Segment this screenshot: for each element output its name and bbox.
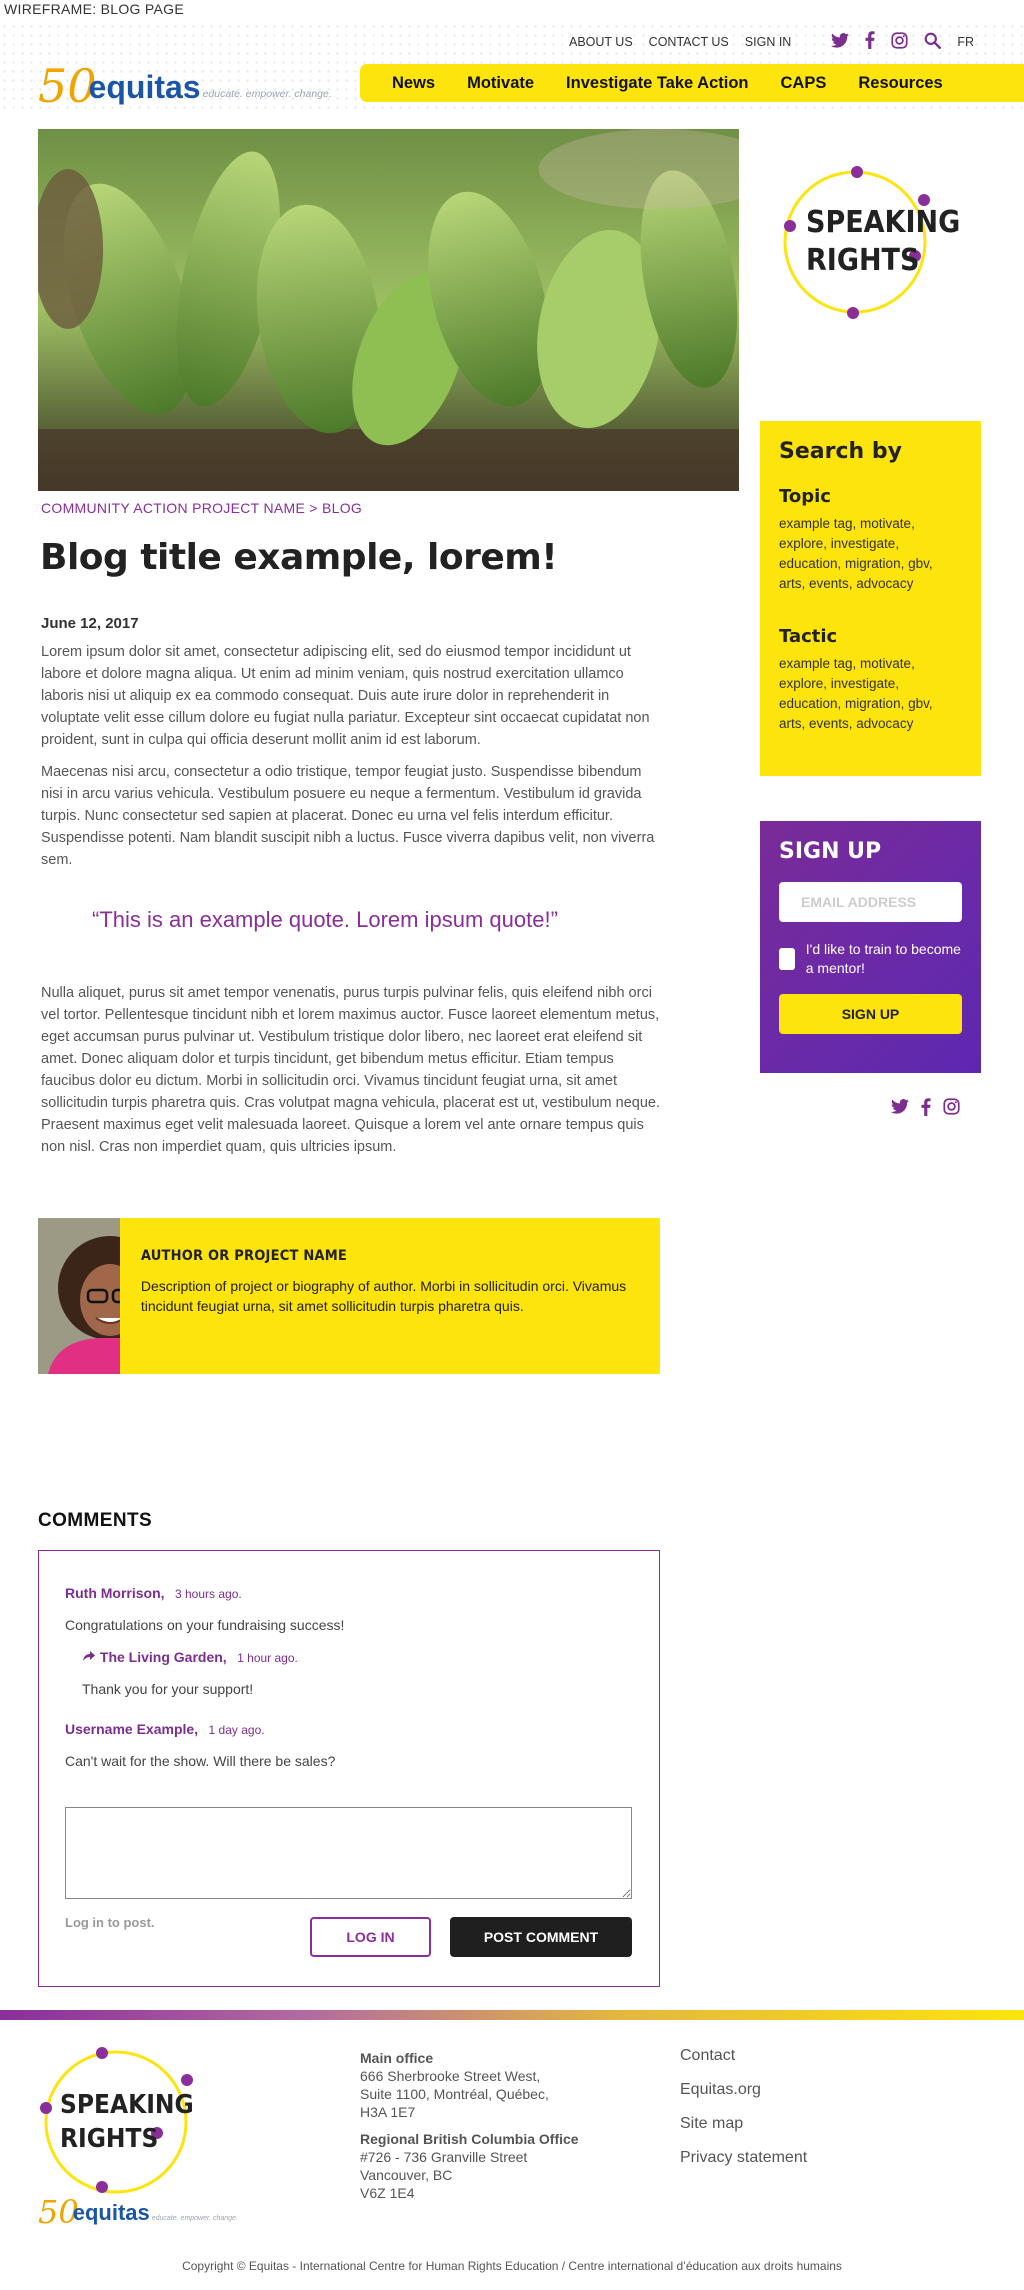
- nav-caps[interactable]: CAPS: [765, 74, 843, 93]
- comment-author[interactable]: The Living Garden,: [100, 1649, 227, 1665]
- main-office-line3: H3A 1E7: [360, 2104, 416, 2120]
- bc-office-line1: #726 - 736 Granville Street: [360, 2149, 528, 2165]
- main-office-label: Main office: [360, 2050, 434, 2066]
- bc-office-line3: V6Z 1E4: [360, 2185, 415, 2201]
- facebook-icon[interactable]: [921, 1098, 931, 1121]
- nav-motivate[interactable]: Motivate: [451, 74, 550, 93]
- signup-panel: SIGN UP I'd like to train to become a me…: [760, 821, 981, 1073]
- post-quote: “This is an example quote. Lorem ipsum q…: [92, 907, 558, 932]
- footer-speaking-rights-line1: SPEAKING: [60, 2090, 194, 2120]
- post-paragraph-3: Nulla aliquet, purus sit amet tempor ven…: [41, 985, 660, 1155]
- footer-logo-name: equitas: [72, 2200, 150, 2225]
- footer-speaking-rights-line2: RIGHTS: [60, 2124, 159, 2154]
- topic-tags[interactable]: example tag, motivate, explore, investig…: [779, 514, 962, 594]
- post-paragraph-1: Lorem ipsum dolor sit amet, consectetur …: [41, 644, 650, 748]
- footer-gradient-bar: [0, 2010, 1024, 2020]
- copyright: Copyright © Equitas - International Cent…: [182, 2259, 842, 2273]
- logo-name: equitas: [88, 69, 201, 105]
- breadcrumb-separator: >: [309, 500, 318, 516]
- instagram-icon[interactable]: [891, 31, 908, 52]
- post-paragraph-2: Maecenas nisi arcu, consectetur a odio t…: [41, 764, 655, 868]
- main-nav: News Motivate Investigate Take Action CA…: [360, 64, 1024, 102]
- comment-time: 3 hours ago.: [175, 1587, 242, 1601]
- footer-logo-tagline: educate. empower. change.: [151, 2215, 238, 2222]
- speaking-rights-logo: SPEAKING RIGHTS: [778, 156, 968, 326]
- breadcrumb-section[interactable]: BLOG: [322, 500, 362, 516]
- breadcrumb: COMMUNITY ACTION PROJECT NAME > BLOG: [41, 500, 362, 516]
- breadcrumb-project[interactable]: COMMUNITY ACTION PROJECT NAME: [41, 500, 305, 516]
- main-office-line1: 666 Sherbrooke Street West,: [360, 2068, 541, 2084]
- signup-heading: SIGN UP: [779, 839, 882, 864]
- footer-addresses: Main office 666 Sherbrooke Street West, …: [360, 2049, 620, 2202]
- equitas-logo[interactable]: 50 equitas educate. empower. change.: [38, 63, 332, 109]
- hero-image: [38, 129, 739, 491]
- twitter-icon[interactable]: [891, 1098, 909, 1121]
- comment-text: Can't wait for the show. Will there be s…: [65, 1753, 336, 1769]
- footer-link-equitas[interactable]: Equitas.org: [680, 2081, 807, 2099]
- nav-investigate-take-action[interactable]: Investigate Take Action: [550, 74, 764, 93]
- bc-office-label: Regional British Columbia Office: [360, 2131, 579, 2147]
- speaking-rights-line1: SPEAKING: [806, 205, 961, 240]
- comment-item: Username Example, 1 day ago. Can't wait …: [65, 1721, 335, 1769]
- main-office-line2: Suite 1100, Montréal, Québec,: [360, 2086, 549, 2102]
- comment-item: Ruth Morrison, 3 hours ago. Congratulati…: [65, 1585, 344, 1633]
- comment-author[interactable]: Ruth Morrison,: [65, 1585, 165, 1601]
- comments-panel: Ruth Morrison, 3 hours ago. Congratulati…: [38, 1550, 660, 1987]
- search-icon[interactable]: [924, 32, 942, 52]
- twitter-icon[interactable]: [831, 32, 850, 51]
- footer-speaking-rights-logo: SPEAKING RIGHTS: [38, 2040, 198, 2205]
- email-field[interactable]: [779, 882, 962, 922]
- footer-link-sitemap[interactable]: Site map: [680, 2115, 807, 2133]
- author-name: AUTHOR OR PROJECT NAME: [140, 1248, 348, 1264]
- nav-news[interactable]: News: [376, 74, 451, 93]
- footer-equitas-logo[interactable]: 50 equitas educate. empower. change.: [38, 2196, 238, 2228]
- mentor-checkbox[interactable]: [779, 948, 795, 970]
- topic-label: Topic: [779, 486, 831, 507]
- comment-reply: The Living Garden, 1 hour ago. Thank you…: [82, 1649, 298, 1697]
- mentor-label: I'd like to train to become a mentor!: [805, 941, 961, 976]
- contact-us-link[interactable]: CONTACT US: [649, 35, 729, 49]
- author-photo: [38, 1218, 120, 1374]
- comment-time: 1 day ago.: [208, 1723, 265, 1737]
- footer-links: Contact Equitas.org Site map Privacy sta…: [680, 2047, 807, 2183]
- nav-resources[interactable]: Resources: [842, 74, 958, 93]
- author-description: Description of project or biography of a…: [140, 1278, 627, 1314]
- speaking-rights-line2: RIGHTS: [806, 243, 920, 278]
- comment-time: 1 hour ago.: [237, 1651, 298, 1665]
- facebook-icon[interactable]: [865, 31, 875, 52]
- footer-link-privacy[interactable]: Privacy statement: [680, 2149, 807, 2167]
- post-date: June 12, 2017: [41, 615, 139, 632]
- signup-button[interactable]: SIGN UP: [779, 994, 962, 1034]
- search-heading: Search by: [779, 439, 902, 464]
- logo-tagline: educate. empower. change.: [202, 88, 332, 100]
- footer-link-contact[interactable]: Contact: [680, 2047, 807, 2065]
- tactic-tags[interactable]: example tag, motivate, explore, investig…: [779, 654, 962, 734]
- comment-text: Thank you for your support!: [82, 1681, 254, 1697]
- top-nav: ABOUT US CONTACT US SIGN IN FR: [569, 31, 974, 52]
- about-us-link[interactable]: ABOUT US: [569, 35, 633, 49]
- language-toggle[interactable]: FR: [957, 35, 974, 49]
- search-by-panel: Search by Topic example tag, motivate, e…: [760, 421, 981, 776]
- bc-office-line2: Vancouver, BC: [360, 2167, 453, 2183]
- author-card: AUTHOR OR PROJECT NAME Description of pr…: [38, 1218, 660, 1374]
- tactic-label: Tactic: [779, 626, 838, 647]
- comment-text: Congratulations on your fundraising succ…: [65, 1617, 345, 1633]
- wireframe-label: WIREFRAME: BLOG PAGE: [4, 1, 184, 17]
- comments-heading: COMMENTS: [38, 1510, 153, 1531]
- post-title: Blog title example, lorem!: [40, 537, 558, 578]
- login-button[interactable]: LOG IN: [310, 1917, 431, 1957]
- post-comment-button[interactable]: POST COMMENT: [450, 1917, 632, 1957]
- comment-textarea[interactable]: [65, 1807, 632, 1899]
- reply-arrow-icon: [82, 1649, 100, 1665]
- login-note: Log in to post.: [65, 1915, 155, 1930]
- instagram-icon[interactable]: [943, 1098, 960, 1121]
- sidebar-social: [891, 1098, 960, 1121]
- sign-in-link[interactable]: SIGN IN: [745, 35, 792, 49]
- comment-author[interactable]: Username Example,: [65, 1721, 198, 1737]
